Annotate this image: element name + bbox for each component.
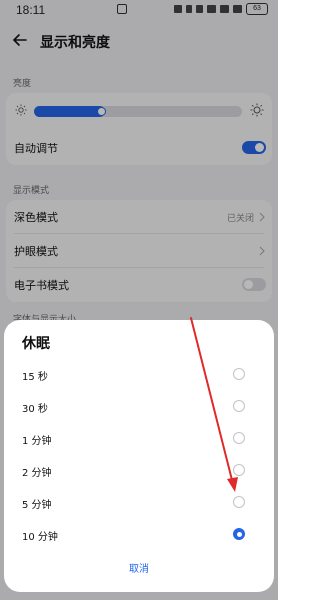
radio-button[interactable] — [233, 528, 245, 540]
sleep-option[interactable]: 5 分钟 — [4, 488, 274, 520]
option-label: 2 分钟 — [22, 468, 52, 479]
sleep-option[interactable]: 10 分钟 — [4, 520, 274, 552]
sleep-option[interactable]: 15 秒 — [4, 360, 274, 392]
sleep-option[interactable]: 30 秒 — [4, 392, 274, 424]
cancel-button[interactable]: 取消 — [4, 560, 274, 582]
radio-button[interactable] — [233, 368, 245, 380]
option-label: 1 分钟 — [22, 436, 52, 447]
sleep-sheet: 休眠 15 秒 30 秒 1 分钟 2 分钟 5 分钟 10 分钟 取消 — [4, 320, 274, 592]
sleep-option[interactable]: 2 分钟 — [4, 456, 274, 488]
radio-button[interactable] — [233, 496, 245, 508]
option-label: 30 秒 — [22, 404, 48, 415]
sheet-title: 休眠 — [22, 336, 50, 352]
option-label: 15 秒 — [22, 372, 48, 383]
radio-button[interactable] — [233, 400, 245, 412]
radio-button[interactable] — [233, 464, 245, 476]
option-label: 10 分钟 — [22, 532, 58, 543]
screen: 18:11 63 显示和亮度 亮度 自动调节 显示模式 深色模式 已关闭 护眼模… — [0, 0, 278, 600]
radio-button[interactable] — [233, 432, 245, 444]
sleep-option[interactable]: 1 分钟 — [4, 424, 274, 456]
option-label: 5 分钟 — [22, 500, 52, 511]
